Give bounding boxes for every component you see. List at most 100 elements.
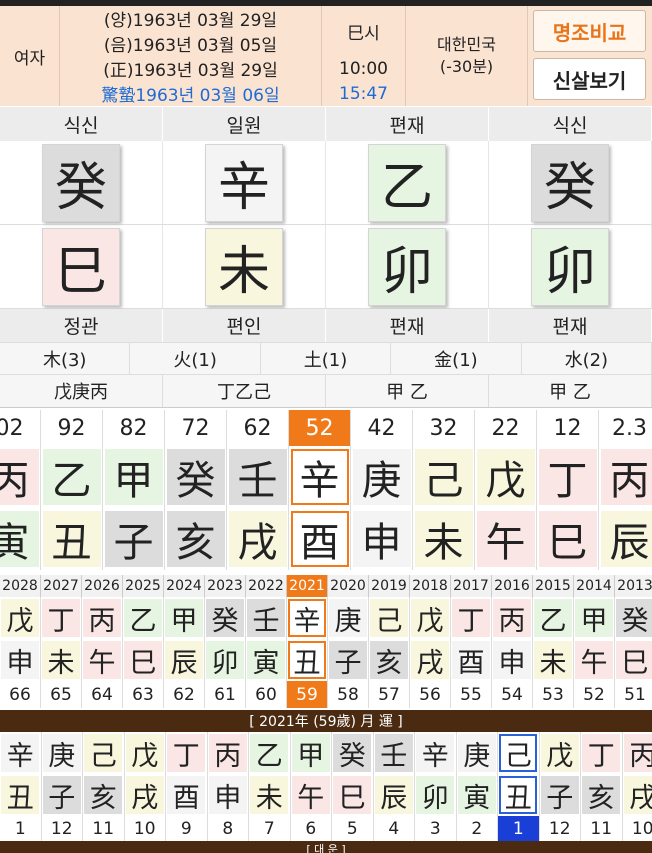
yearly-stem-cell[interactable]: 癸	[615, 597, 652, 639]
yearly-age[interactable]: 51	[615, 681, 652, 708]
daeun-stem-cell[interactable]: 辛	[289, 446, 351, 508]
yearly-year[interactable]: 2025	[123, 575, 164, 597]
yearly-stem-cell[interactable]: 戊	[0, 597, 41, 639]
yearly-year[interactable]: 2018	[410, 575, 451, 597]
pillar-branch-glyph[interactable]: 巳	[42, 227, 120, 306]
monthly-number[interactable]: 8	[208, 816, 249, 841]
daeun-branch-cell[interactable]: 寅	[0, 508, 41, 570]
yearly-stem-cell[interactable]: 戊	[410, 597, 451, 639]
monthly-number[interactable]: 4	[374, 816, 415, 841]
daeun-stem-cell[interactable]: 丙	[599, 446, 652, 508]
monthly-branch-cell[interactable]: 丑	[498, 774, 540, 816]
monthly-branch-cell[interactable]: 子	[42, 774, 83, 816]
yearly-year[interactable]: 2015	[533, 575, 574, 597]
yearly-year[interactable]: 2013	[615, 575, 652, 597]
monthly-branch-cell[interactable]: 戌	[623, 774, 652, 816]
pillar-stem-glyph[interactable]: 乙	[368, 143, 446, 222]
monthly-number[interactable]: 11	[581, 816, 623, 841]
pillar-stem-glyph[interactable]: 癸	[42, 143, 120, 222]
monthly-branch-cell[interactable]: 酉	[166, 774, 208, 816]
monthly-number[interactable]: 9	[166, 816, 208, 841]
yearly-stem-cell[interactable]: 己	[369, 597, 410, 639]
pillar-branch-glyph[interactable]: 卯	[368, 227, 446, 306]
yearly-year[interactable]: 2016	[492, 575, 533, 597]
pillar-branch-glyph[interactable]: 未	[205, 227, 283, 306]
yearly-branch-cell[interactable]: 申	[0, 639, 41, 681]
daeun-age[interactable]: 32	[413, 410, 475, 446]
monthly-number[interactable]: 12	[540, 816, 581, 841]
yearly-stem-cell[interactable]: 辛	[287, 597, 328, 639]
daeun-age[interactable]: 92	[41, 410, 103, 446]
daeun-age[interactable]: 02	[0, 410, 41, 446]
yearly-year[interactable]: 2021	[287, 575, 328, 597]
yearly-branch-cell[interactable]: 子	[328, 639, 369, 681]
monthly-number[interactable]: 1	[498, 816, 540, 841]
yearly-year[interactable]: 2022	[246, 575, 287, 597]
compare-button[interactable]: 명조비교	[533, 10, 646, 52]
yearly-age[interactable]: 66	[0, 681, 41, 708]
yearly-year[interactable]: 2028	[0, 575, 41, 597]
monthly-number[interactable]: 10	[623, 816, 652, 841]
yearly-age[interactable]: 64	[82, 681, 123, 708]
yearly-stem-cell[interactable]: 庚	[328, 597, 369, 639]
yearly-age[interactable]: 52	[574, 681, 615, 708]
monthly-number[interactable]: 12	[42, 816, 83, 841]
daeun-branch-cell[interactable]: 酉	[289, 508, 351, 570]
daeun-age[interactable]: 52	[289, 410, 351, 446]
monthly-number[interactable]: 7	[249, 816, 291, 841]
pillar-branch-glyph[interactable]: 卯	[531, 227, 609, 306]
monthly-branch-cell[interactable]: 辰	[374, 774, 415, 816]
yearly-year[interactable]: 2017	[451, 575, 492, 597]
daeun-stem-cell[interactable]: 壬	[227, 446, 289, 508]
yearly-age[interactable]: 63	[123, 681, 164, 708]
monthly-number[interactable]: 10	[125, 816, 166, 841]
yearly-stem-cell[interactable]: 甲	[574, 597, 615, 639]
yearly-year[interactable]: 2024	[164, 575, 205, 597]
daeun-stem-cell[interactable]: 丁	[537, 446, 599, 508]
monthly-stem-cell[interactable]: 丙	[208, 732, 249, 774]
yearly-year[interactable]: 2019	[369, 575, 410, 597]
daeun-age[interactable]: 2.3	[599, 410, 652, 446]
monthly-branch-cell[interactable]: 午	[291, 774, 332, 816]
monthly-stem-cell[interactable]: 己	[498, 732, 540, 774]
monthly-number[interactable]: 1	[0, 816, 42, 841]
daeun-branch-cell[interactable]: 亥	[165, 508, 227, 570]
yearly-branch-cell[interactable]: 丑	[287, 639, 328, 681]
yearly-stem-cell[interactable]: 丁	[41, 597, 82, 639]
monthly-stem-cell[interactable]: 丙	[623, 732, 652, 774]
monthly-branch-cell[interactable]: 戌	[125, 774, 166, 816]
yearly-branch-cell[interactable]: 巳	[123, 639, 164, 681]
monthly-branch-cell[interactable]: 丑	[0, 774, 42, 816]
yearly-branch-cell[interactable]: 卯	[205, 639, 246, 681]
yearly-branch-cell[interactable]: 申	[492, 639, 533, 681]
yearly-age[interactable]: 58	[328, 681, 369, 708]
yearly-branch-cell[interactable]: 辰	[164, 639, 205, 681]
monthly-stem-cell[interactable]: 辛	[415, 732, 457, 774]
daeun-age[interactable]: 22	[475, 410, 537, 446]
pillar-stem-glyph[interactable]: 辛	[205, 143, 283, 222]
yearly-stem-cell[interactable]: 乙	[533, 597, 574, 639]
monthly-branch-cell[interactable]: 亥	[581, 774, 623, 816]
yearly-branch-cell[interactable]: 巳	[615, 639, 652, 681]
yearly-age[interactable]: 62	[164, 681, 205, 708]
daeun-stem-cell[interactable]: 甲	[103, 446, 165, 508]
yearly-stem-cell[interactable]: 壬	[246, 597, 287, 639]
monthly-branch-cell[interactable]: 子	[540, 774, 581, 816]
monthly-branch-cell[interactable]: 未	[249, 774, 291, 816]
pillar-stem-glyph[interactable]: 癸	[531, 143, 609, 222]
daeun-stem-cell[interactable]: 乙	[41, 446, 103, 508]
daeun-branch-cell[interactable]: 巳	[537, 508, 599, 570]
yearly-age[interactable]: 65	[41, 681, 82, 708]
monthly-stem-cell[interactable]: 庚	[42, 732, 83, 774]
monthly-stem-cell[interactable]: 戊	[540, 732, 581, 774]
daeun-age[interactable]: 82	[103, 410, 165, 446]
daeun-age[interactable]: 72	[165, 410, 227, 446]
monthly-number[interactable]: 3	[415, 816, 457, 841]
yearly-age[interactable]: 61	[205, 681, 246, 708]
yearly-year[interactable]: 2023	[205, 575, 246, 597]
yearly-stem-cell[interactable]: 癸	[205, 597, 246, 639]
monthly-stem-cell[interactable]: 戊	[125, 732, 166, 774]
yearly-branch-cell[interactable]: 寅	[246, 639, 287, 681]
yearly-year[interactable]: 2020	[328, 575, 369, 597]
yearly-branch-cell[interactable]: 未	[41, 639, 82, 681]
